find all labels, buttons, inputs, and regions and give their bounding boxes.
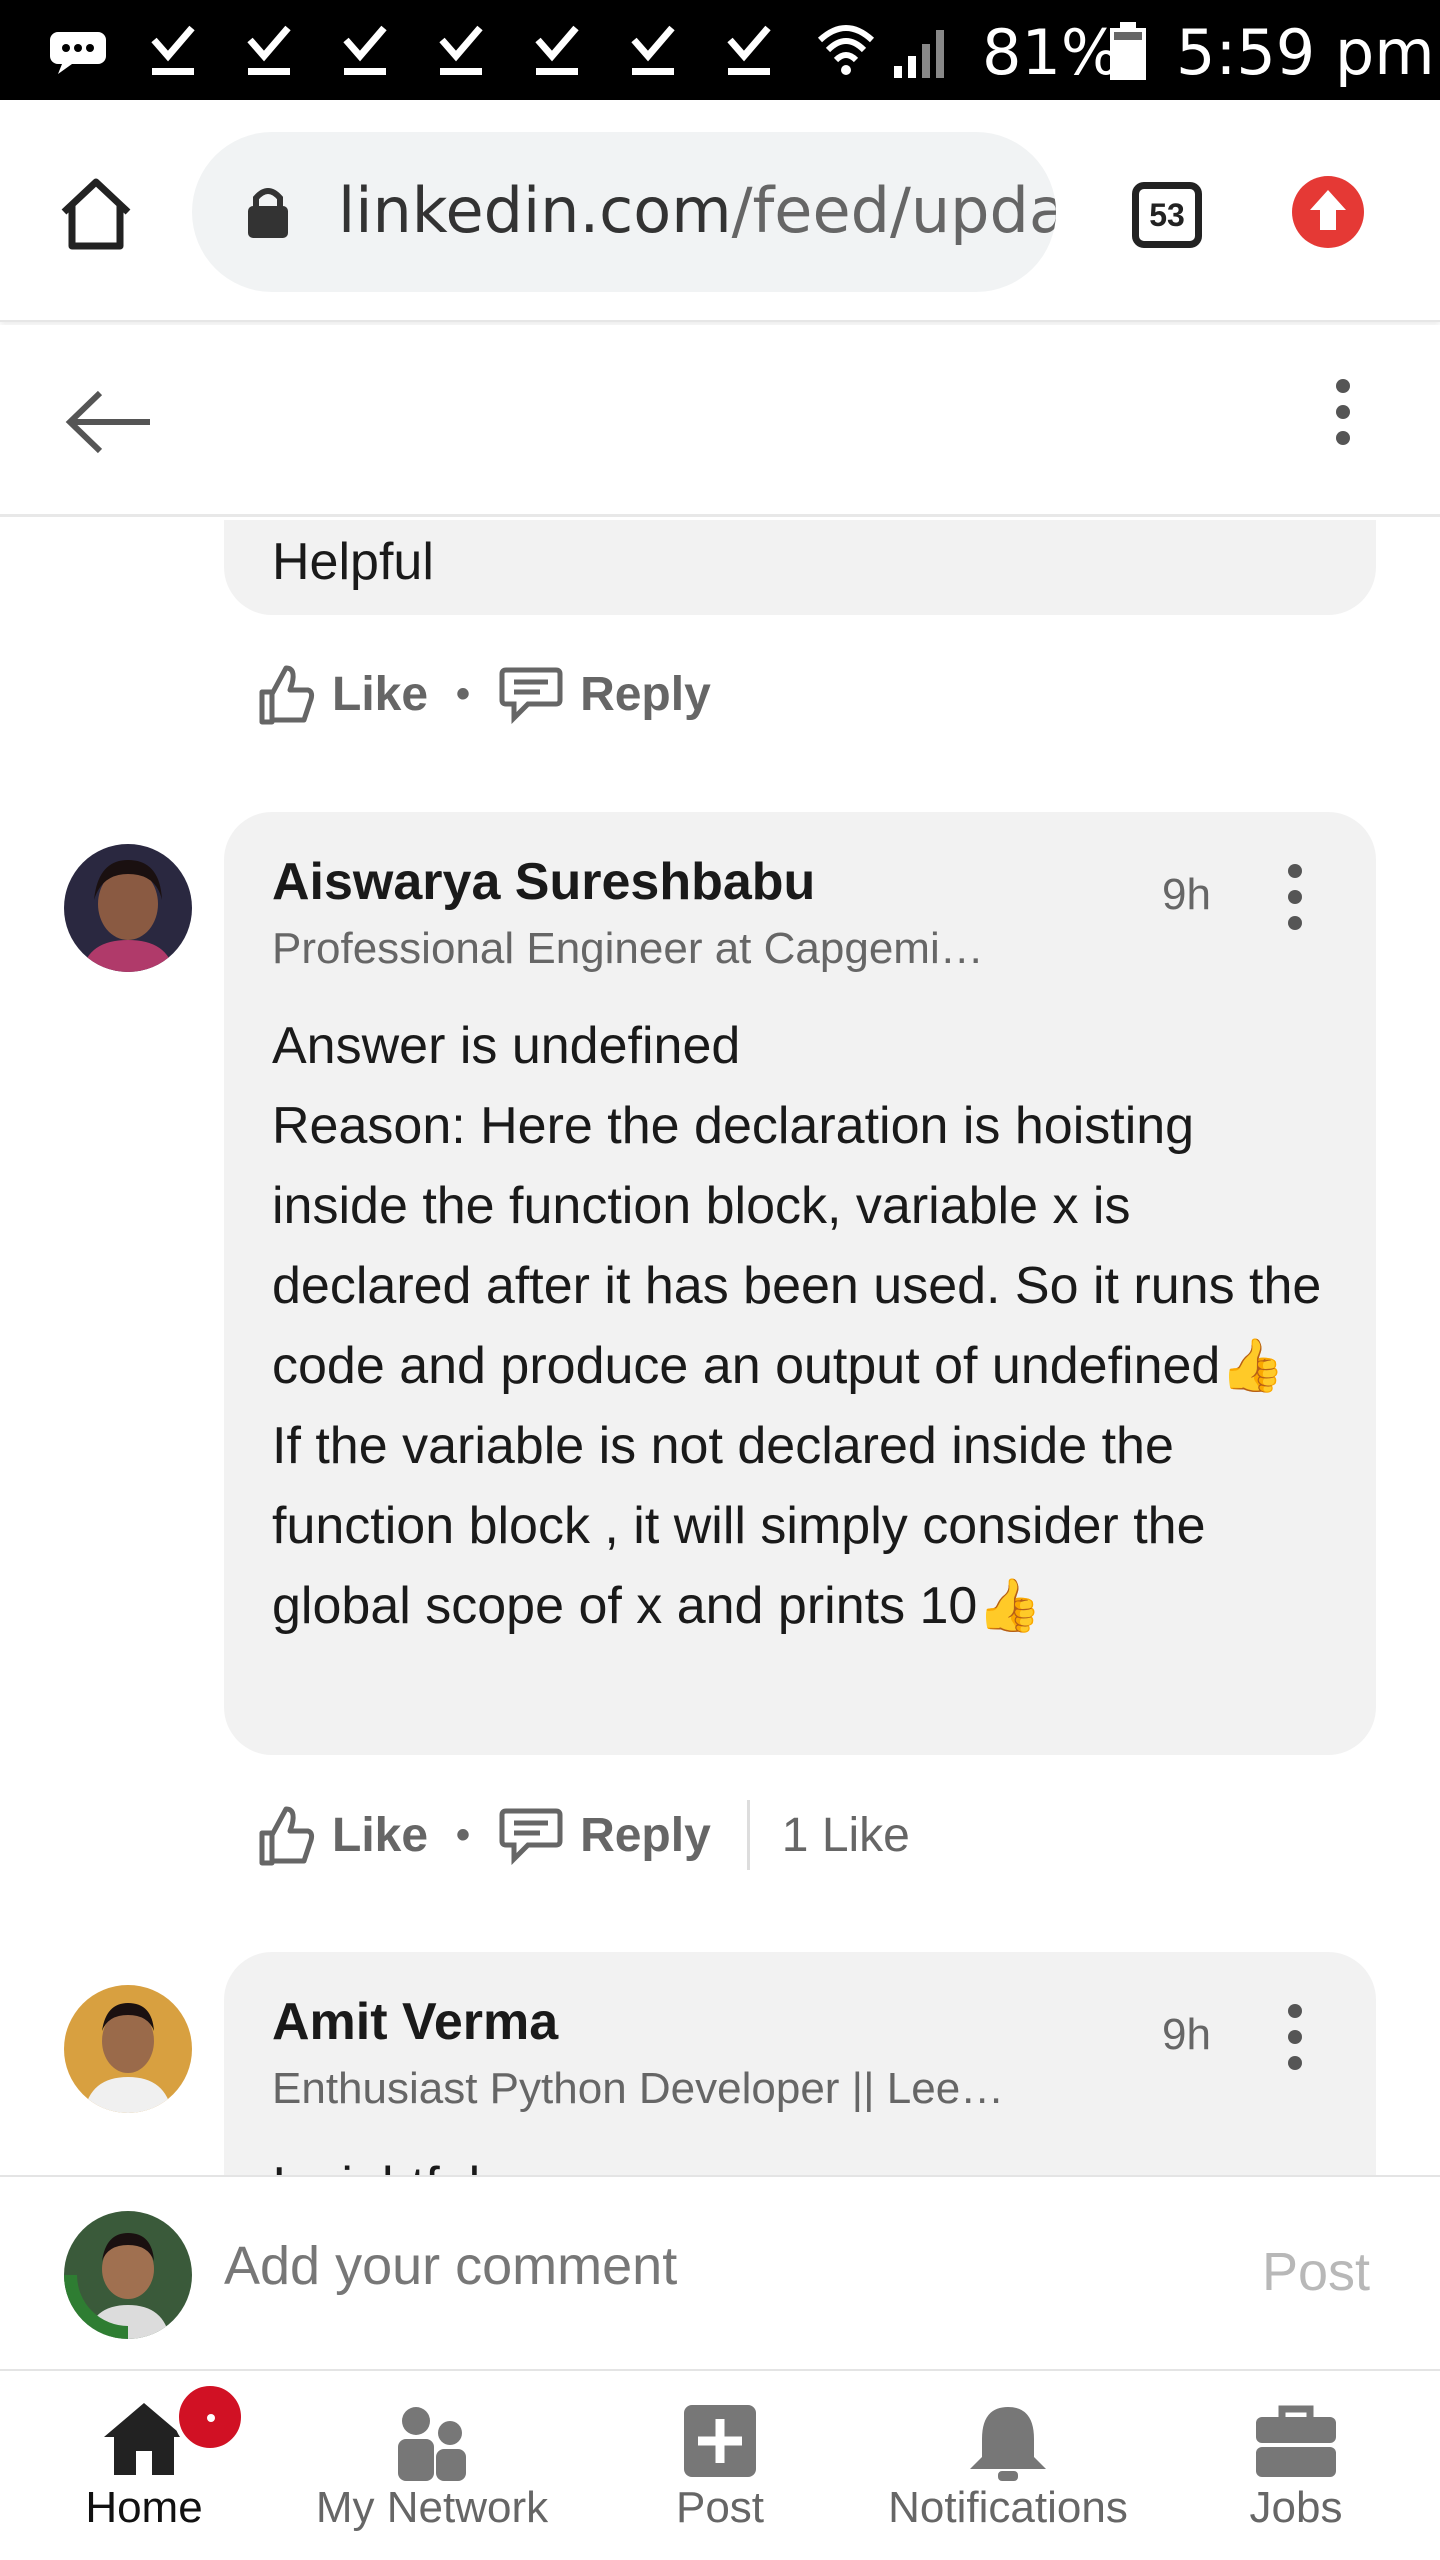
tab-switcher-button[interactable]: 53 — [1132, 182, 1202, 248]
notification-badge — [174, 2381, 246, 2453]
nav-label: Notifications — [888, 2483, 1128, 2532]
comment-time: 9h — [1162, 2010, 1211, 2059]
current-user-avatar[interactable] — [64, 2211, 192, 2339]
comment-actions: Like • Reply 1 Like — [256, 1795, 910, 1875]
comment-line: Answer is undefined — [272, 1017, 741, 1075]
comment-text: Insightful — [272, 2146, 1332, 2175]
bottom-navigation: Home My Network Post Notifications Jobs — [0, 2371, 1440, 2560]
reply-button[interactable]: Reply — [498, 664, 711, 724]
battery-percent: 81% — [982, 16, 1120, 89]
update-icon[interactable] — [1292, 176, 1364, 248]
comment-actions: Like • Reply — [256, 654, 711, 734]
likes-count[interactable]: 1 Like — [782, 1808, 910, 1863]
comment-bubble: Aiswarya Sureshbabu Professional Enginee… — [224, 812, 1376, 1755]
nav-jobs[interactable]: Jobs — [1152, 2371, 1440, 2560]
comment-menu-icon[interactable] — [1288, 864, 1304, 942]
lock-icon — [248, 188, 288, 238]
comment-time: 9h — [1162, 870, 1211, 919]
status-bar: 81% 5:59 pm — [0, 0, 1440, 100]
thumbs-up-icon — [259, 1806, 315, 1866]
post-comment-button[interactable]: Post — [1262, 2241, 1370, 2303]
download-done-icon — [343, 25, 387, 75]
comment-text: Answer is undefined Reason: Here the dec… — [272, 1006, 1332, 1646]
clock: 5:59 pm — [1176, 16, 1435, 89]
thumbs-up-icon — [259, 665, 315, 725]
download-done-icon — [247, 25, 291, 75]
comment-composer: Post — [0, 2175, 1440, 2371]
separator-dot: • — [456, 671, 471, 716]
like-button[interactable]: Like — [256, 662, 428, 726]
wifi-icon — [817, 25, 875, 75]
nav-home[interactable]: Home — [0, 2371, 288, 2560]
comment-input[interactable] — [224, 2235, 1124, 2297]
url-text: linkedin.com/feed/upda — [338, 174, 1056, 247]
comments-header — [0, 325, 1440, 517]
comment-bubble: Helpful — [224, 520, 1376, 615]
back-arrow-icon[interactable] — [64, 387, 154, 457]
comment-author-headline: Enthusiast Python Developer || Lee… — [272, 2064, 1005, 2113]
comment-bubble: Amit Verma Enthusiast Python Developer |… — [224, 1952, 1376, 2175]
comment-author[interactable]: Amit Verma — [272, 1992, 558, 2052]
comment-menu-icon[interactable] — [1288, 2004, 1304, 2082]
comment-text: Helpful — [272, 533, 434, 591]
briefcase-icon — [1256, 2405, 1336, 2477]
nav-post[interactable]: Post — [576, 2371, 864, 2560]
reply-icon — [499, 1808, 563, 1865]
overflow-menu-icon[interactable] — [1336, 379, 1352, 457]
like-button[interactable]: Like — [256, 1803, 428, 1867]
url-bar[interactable]: linkedin.com/feed/upda — [192, 132, 1056, 292]
download-done-icon — [631, 25, 675, 75]
download-done-icon — [535, 25, 579, 75]
battery-icon — [1110, 22, 1146, 80]
nav-notifications[interactable]: Notifications — [864, 2371, 1152, 2560]
bell-icon — [970, 2407, 1046, 2481]
home-icon[interactable] — [56, 176, 136, 252]
reply-button[interactable]: Reply — [498, 1805, 711, 1865]
comment-author[interactable]: Aiswarya Sureshbabu — [272, 852, 815, 912]
download-done-icon — [151, 25, 195, 75]
download-done-icon — [439, 25, 483, 75]
download-done-icon — [727, 25, 771, 75]
network-icon — [398, 2407, 466, 2481]
nav-label: Home — [85, 2483, 203, 2532]
avatar[interactable] — [64, 1985, 192, 2113]
nav-label: My Network — [315, 2483, 549, 2532]
avatar[interactable] — [64, 844, 192, 972]
divider — [746, 1800, 750, 1870]
post-plus-icon — [684, 2405, 756, 2477]
nav-label: Post — [675, 2483, 765, 2532]
separator-dot: • — [456, 1812, 471, 1857]
nav-my-network[interactable]: My Network — [288, 2371, 576, 2560]
linkedin-mobile-page: 81% 5:59 pm linkedin.com/feed/upda 53 He… — [0, 0, 1440, 2560]
comment-line: Reason: Here the declaration is hoisting… — [272, 1097, 1322, 1395]
signal-icon — [894, 30, 944, 78]
reply-icon — [499, 667, 563, 724]
message-icon — [50, 32, 106, 74]
comments-list: Helpful Like • Reply Aiswarya Sureshbabu — [0, 520, 1440, 2175]
nav-label: Jobs — [1249, 2483, 1343, 2532]
comment-line: If the variable is not declared inside t… — [272, 1417, 1206, 1635]
comment-author-headline: Professional Engineer at Capgemi… — [272, 924, 984, 973]
